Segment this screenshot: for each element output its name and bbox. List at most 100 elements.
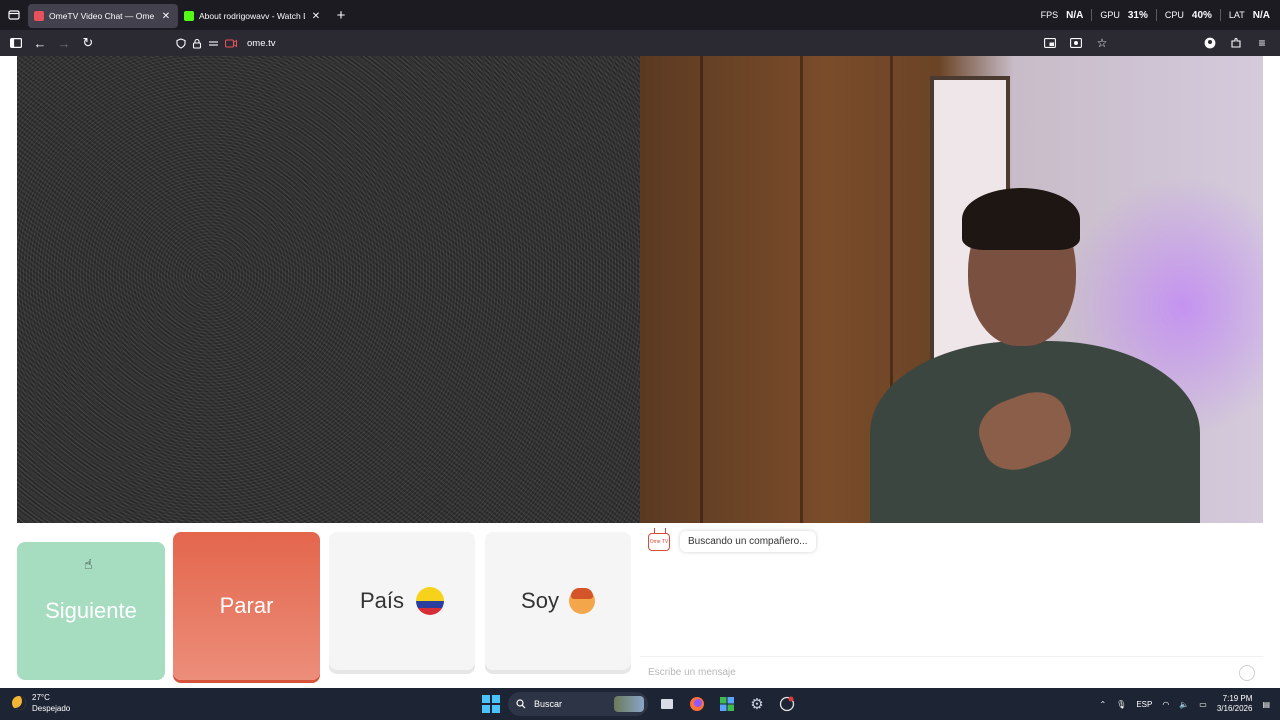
camera-active-icon: [225, 38, 237, 48]
chat-message-input[interactable]: [648, 667, 1239, 678]
notification-icon[interactable]: ▤: [1262, 700, 1270, 709]
wardrobe-detail: [700, 56, 703, 523]
tab-ometv[interactable]: OmeTV Video Chat — Ome ✕: [28, 4, 178, 28]
forward-button[interactable]: →: [52, 31, 76, 55]
account-icon: [1204, 37, 1216, 49]
colombia-flag-icon: [416, 587, 445, 615]
gpu-label: GPU: [1100, 10, 1120, 20]
wifi-icon[interactable]: ◠: [1162, 700, 1169, 709]
permissions-icon: [209, 40, 218, 46]
tab-close-icon[interactable]: ✕: [310, 11, 322, 22]
taskbar-search[interactable]: Buscar: [508, 692, 648, 716]
divider: [1091, 9, 1093, 21]
screenshot-button[interactable]: [1064, 31, 1088, 55]
chat-panel: Ome TV Buscando un compañero...: [640, 523, 1263, 688]
pip-icon: [1044, 38, 1056, 48]
boy-avatar-icon: [568, 588, 595, 614]
bookmark-button[interactable]: ☆: [1090, 31, 1114, 55]
tab-title: About rodrigowavv - Watch Liv: [199, 11, 305, 21]
divider: [1219, 9, 1221, 21]
language-indicator[interactable]: ESP: [1136, 700, 1152, 709]
gender-button-label: Soy: [521, 588, 559, 613]
battery-icon[interactable]: ▭: [1199, 700, 1207, 709]
performance-stats: FPS N/A GPU 31% CPU 40% LAT N/A: [1041, 0, 1270, 30]
account-button[interactable]: [1198, 31, 1222, 55]
reload-icon: ↻: [82, 35, 94, 50]
puzzle-icon: [1231, 37, 1241, 48]
emoji-icon[interactable]: [1239, 664, 1255, 681]
weather-desc: Despejado: [32, 704, 71, 713]
browser-nav-bar: ← → ↻ ome.tv ☆ ≡: [0, 30, 1280, 56]
tab-title: OmeTV Video Chat — Ome: [49, 11, 155, 21]
back-button[interactable]: ←: [28, 31, 52, 55]
microphone-icon[interactable]: 🎙: [1116, 700, 1126, 709]
weather-temp: 27°C: [32, 693, 50, 702]
back-arrow-icon: ←: [33, 35, 47, 51]
picture-in-picture-button[interactable]: [1038, 31, 1062, 55]
gpu-value: 31%: [1127, 9, 1148, 21]
moon-icon: [12, 696, 26, 710]
fps-label: FPS: [1040, 10, 1059, 20]
extensions-button[interactable]: [1224, 31, 1248, 55]
tab-list-button[interactable]: [0, 0, 28, 30]
toolbar-right: ☆ ≡: [1038, 31, 1274, 55]
search-icon: [516, 699, 526, 709]
clock-time: 7:19 PM: [1222, 694, 1253, 703]
new-tab-button[interactable]: +: [328, 7, 354, 24]
windows-start-icon[interactable]: [482, 695, 500, 713]
chat-bubble: Buscando un compañero...: [680, 531, 816, 552]
cpu-label: CPU: [1164, 10, 1184, 20]
url-text: ome.tv: [247, 37, 276, 49]
shield-icon: [176, 37, 186, 49]
stop-button[interactable]: Parar: [173, 532, 320, 680]
browser-tab-strip: OmeTV Video Chat — Ome ✕ About rodrigowa…: [0, 0, 1280, 30]
lat-value: N/A: [1252, 9, 1270, 21]
tv-icon-text: Ome TV: [649, 538, 669, 545]
stop-button-label: Parar: [219, 593, 274, 618]
ometv-page: Siguiente Parar País Soy ☝ Ome TV Buscan…: [0, 56, 1280, 688]
search-highlight-icon: [614, 696, 644, 712]
reload-button[interactable]: ↻: [76, 31, 100, 55]
hand-cursor-icon: ☝: [84, 556, 93, 572]
gender-button[interactable]: Soy: [485, 532, 631, 670]
self-video: [640, 56, 1263, 523]
task-view-icon[interactable]: [656, 693, 678, 715]
settings-gear-icon[interactable]: ⚙: [746, 693, 768, 715]
wardrobe-detail: [800, 56, 803, 523]
ometv-favicon-icon: [34, 11, 44, 21]
search-label: Buscar: [534, 699, 563, 709]
tab-close-icon[interactable]: ✕: [160, 11, 172, 22]
kick-favicon-icon: [184, 11, 194, 21]
fps-value: N/A: [1066, 9, 1084, 21]
screenshot-icon: [1070, 38, 1082, 48]
hamburger-icon: ≡: [1258, 36, 1266, 50]
star-icon: ☆: [1096, 36, 1108, 50]
chevron-up-icon[interactable]: ⌃: [1099, 700, 1106, 709]
ometv-tv-icon: Ome TV: [648, 532, 670, 551]
taskbar-apps: Buscar ⚙: [482, 692, 798, 716]
windows-taskbar: 27°C Despejado Buscar ⚙ ⌃ 🎙 ESP ◠ 🔈 ▭ 7:…: [0, 688, 1280, 720]
sidebar-toggle-button[interactable]: [4, 31, 28, 55]
address-bar[interactable]: ome.tv: [176, 31, 1130, 55]
system-tray: ⌃ 🎙 ESP ◠ 🔈 ▭ 7:19 PM 3/16/2026 ▤: [1099, 688, 1270, 720]
divider: [1155, 9, 1157, 21]
person-hair: [962, 188, 1080, 250]
tab-list-icon: [8, 10, 20, 20]
stranger-video-static: [17, 56, 640, 523]
sidebar-icon: [10, 38, 22, 48]
lat-label: LAT: [1228, 10, 1245, 20]
menu-button[interactable]: ≡: [1250, 31, 1274, 55]
country-button[interactable]: País: [329, 532, 475, 670]
clock-date: 3/16/2026: [1216, 704, 1253, 713]
taskbar-clock[interactable]: 7:19 PM 3/16/2026: [1217, 694, 1253, 714]
chat-message: Ome TV Buscando un compañero...: [648, 531, 816, 552]
chat-input-bar: [640, 656, 1263, 688]
forward-arrow-icon: →: [57, 35, 71, 51]
sheets-app-icon[interactable]: [716, 693, 738, 715]
tab-kick[interactable]: About rodrigowavv - Watch Liv ✕: [178, 4, 328, 28]
weather-widget[interactable]: 27°C Despejado: [12, 692, 70, 714]
lock-icon: [192, 38, 202, 49]
obs-app-icon[interactable]: [776, 693, 798, 715]
volume-icon[interactable]: 🔈: [1179, 700, 1189, 709]
firefox-icon[interactable]: [686, 693, 708, 715]
